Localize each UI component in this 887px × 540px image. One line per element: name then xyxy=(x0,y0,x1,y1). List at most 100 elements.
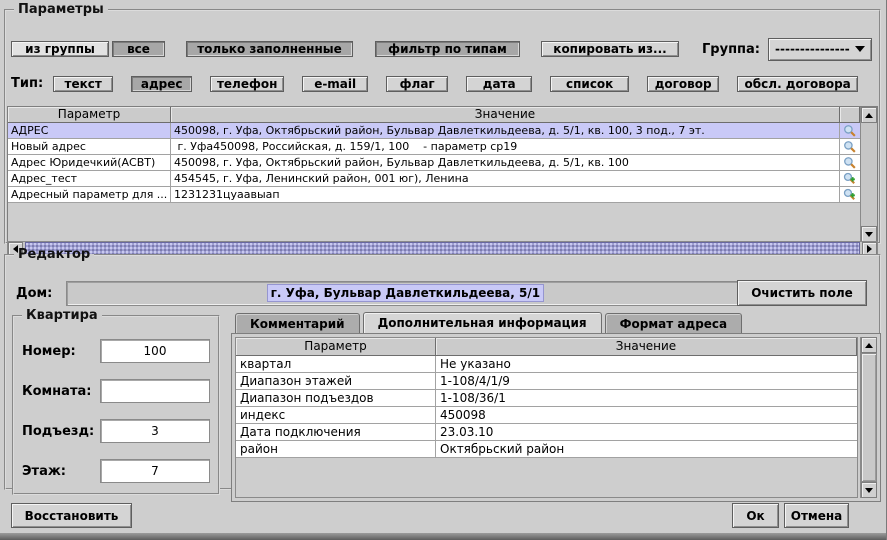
type-flag-button[interactable]: флаг xyxy=(386,76,448,92)
value-cell[interactable]: г. Уфа450098, Российская, д. 159/1, 100 … xyxy=(171,139,840,154)
value-cell[interactable]: 1-108/36/1 xyxy=(436,390,857,406)
apartment-field-row: Этаж: xyxy=(22,459,210,483)
parameters-table: Параметр Значение АДРЕС 450098, г. Уфа, … xyxy=(7,106,878,243)
info-table: Параметр Значение квартал Не указано Диа… xyxy=(235,337,858,498)
table-row[interactable]: Адрес Юридечкий(АСВТ) 450098, г. Уфа, Ок… xyxy=(8,155,860,171)
house-field-selected-text: г. Уфа, Бульвар Давлеткильдеева, 5/1 xyxy=(267,284,544,302)
tab-additional-info[interactable]: Дополнительная информация xyxy=(363,312,602,333)
value-cell[interactable]: 1231231цуаавыап xyxy=(171,187,840,202)
magnifier-icon xyxy=(843,140,857,154)
magnifier-plus-icon xyxy=(843,172,857,186)
value-cell[interactable]: 454545, г. Уфа, Ленинский район, 001 юг)… xyxy=(171,171,840,186)
editor-group: Редактор Дом: г. Уфа, Бульвар Давлеткиль… xyxy=(4,247,881,490)
from-group-button[interactable]: из группы xyxy=(11,41,109,57)
column-header-param[interactable]: Параметр xyxy=(8,107,171,122)
group-dropdown[interactable]: --------------- xyxy=(768,38,872,61)
param-cell[interactable]: АДРЕС xyxy=(8,123,171,138)
type-contract-button[interactable]: договор xyxy=(647,76,719,92)
table-row[interactable]: Дата подключения 23.03.10 xyxy=(236,424,857,441)
type-text-button[interactable]: текст xyxy=(53,76,113,92)
column-header-param[interactable]: Параметр xyxy=(236,338,436,355)
parameters-group: Параметры из группы все только заполненн… xyxy=(4,2,881,244)
param-cell[interactable]: Адрес Юридечкий(АСВТ) xyxy=(8,155,171,170)
param-cell[interactable]: Новый адрес xyxy=(8,139,171,154)
value-cell[interactable]: 23.03.10 xyxy=(436,424,857,440)
scroll-up-button[interactable] xyxy=(861,107,877,123)
house-row: Дом: г. Уфа, Бульвар Давлеткильдеева, 5/… xyxy=(16,280,874,306)
table-empty-area xyxy=(236,458,857,497)
room-input[interactable] xyxy=(100,379,210,403)
floor-label: Этаж: xyxy=(22,464,66,479)
table-row[interactable]: Диапазон подъездов 1-108/36/1 xyxy=(236,390,857,407)
info-table-vertical-scrollbar[interactable] xyxy=(860,337,877,498)
type-email-button[interactable]: e-mail xyxy=(302,76,368,92)
clear-field-button[interactable]: Очистить поле xyxy=(737,280,867,306)
number-input[interactable] xyxy=(100,339,210,363)
parameters-editor-window: Параметры из группы все только заполненн… xyxy=(0,0,887,540)
floor-input[interactable] xyxy=(100,459,210,483)
parameters-table-header[interactable]: Параметр Значение xyxy=(8,107,860,123)
type-date-button[interactable]: дата xyxy=(466,76,532,92)
row-search-button[interactable] xyxy=(840,155,860,170)
tab-comment[interactable]: Комментарий xyxy=(235,313,360,333)
table-row[interactable]: индекс 450098 xyxy=(236,407,857,424)
row-search-button[interactable] xyxy=(840,123,860,138)
type-list-button[interactable]: список xyxy=(550,76,629,92)
type-buttons-row: Тип: текст адрес телефон e-mail флаг дат… xyxy=(11,71,874,96)
copy-from-button[interactable]: копировать из... xyxy=(541,41,679,57)
editor-group-title: Редактор xyxy=(14,247,94,262)
house-field[interactable]: г. Уфа, Бульвар Давлеткильдеева, 5/1 xyxy=(66,281,744,306)
value-cell[interactable]: 1-108/4/1/9 xyxy=(436,373,857,389)
scroll-up-button[interactable] xyxy=(861,337,877,353)
room-label: Комната: xyxy=(22,384,91,399)
parameters-table-vertical-scrollbar[interactable] xyxy=(860,107,877,242)
all-button[interactable]: все xyxy=(112,41,165,57)
param-cell[interactable]: район xyxy=(236,441,436,457)
table-row[interactable]: Адресный параметр для ... 1231231цуаавыа… xyxy=(8,187,860,203)
value-cell[interactable]: 450098, г. Уфа, Октябрьский район, Бульв… xyxy=(171,155,840,170)
apartment-group: Квартира Номер: Комната: Подъезд: Этаж: xyxy=(12,308,220,495)
row-search-add-button[interactable] xyxy=(840,187,860,202)
table-row[interactable]: Адрес_тест 454545, г. Уфа, Ленинский рай… xyxy=(8,171,860,187)
house-label: Дом: xyxy=(16,286,52,301)
param-cell[interactable]: Диапазон подъездов xyxy=(236,390,436,406)
row-search-button[interactable] xyxy=(840,139,860,154)
tab-address-format[interactable]: Формат адреса xyxy=(605,313,743,333)
type-phone-button[interactable]: телефон xyxy=(210,76,284,92)
scrollbar-thumb[interactable] xyxy=(861,353,877,482)
info-table-header[interactable]: Параметр Значение xyxy=(236,338,857,356)
type-service-contract-button[interactable]: обсл. договора xyxy=(737,76,858,92)
param-cell[interactable]: Диапазон этажей xyxy=(236,373,436,389)
scrollbar-track[interactable] xyxy=(861,123,877,226)
cancel-button[interactable]: Отмена xyxy=(784,503,849,528)
scroll-down-button[interactable] xyxy=(861,482,877,498)
filter-by-type-button[interactable]: фильтр по типам xyxy=(375,41,520,57)
type-address-button[interactable]: адрес xyxy=(131,76,192,92)
table-row[interactable]: район Октябрьский район xyxy=(236,441,857,458)
param-cell[interactable]: Адресный параметр для ... xyxy=(8,187,171,202)
apartment-field-row: Подъезд: xyxy=(22,419,210,443)
only-filled-button[interactable]: только заполненные xyxy=(186,41,353,57)
table-row[interactable]: Новый адрес г. Уфа450098, Российская, д.… xyxy=(8,139,860,155)
row-search-add-button[interactable] xyxy=(840,171,860,186)
param-cell[interactable]: квартал xyxy=(236,356,436,372)
scroll-down-button[interactable] xyxy=(861,226,877,242)
column-header-value[interactable]: Значение xyxy=(436,338,857,355)
entrance-input[interactable] xyxy=(100,419,210,443)
apartment-group-title: Квартира xyxy=(22,308,102,323)
column-header-value[interactable]: Значение xyxy=(171,107,840,122)
param-cell[interactable]: Адрес_тест xyxy=(8,171,171,186)
ok-button[interactable]: Ок xyxy=(732,503,779,528)
magnifier-icon xyxy=(843,124,857,138)
param-cell[interactable]: Дата подключения xyxy=(236,424,436,440)
table-row[interactable]: квартал Не указано xyxy=(236,356,857,373)
value-cell[interactable]: Октябрьский район xyxy=(436,441,857,457)
value-cell[interactable]: Не указано xyxy=(436,356,857,372)
value-cell[interactable]: 450098 xyxy=(436,407,857,423)
scroll-up-icon xyxy=(865,343,873,348)
param-cell[interactable]: индекс xyxy=(236,407,436,423)
value-cell[interactable]: 450098, г. Уфа, Октябрьский район, Бульв… xyxy=(171,123,840,138)
restore-button[interactable]: Восстановить xyxy=(11,503,132,528)
table-row[interactable]: Диапазон этажей 1-108/4/1/9 xyxy=(236,373,857,390)
table-row[interactable]: АДРЕС 450098, г. Уфа, Октябрьский район,… xyxy=(8,123,860,139)
